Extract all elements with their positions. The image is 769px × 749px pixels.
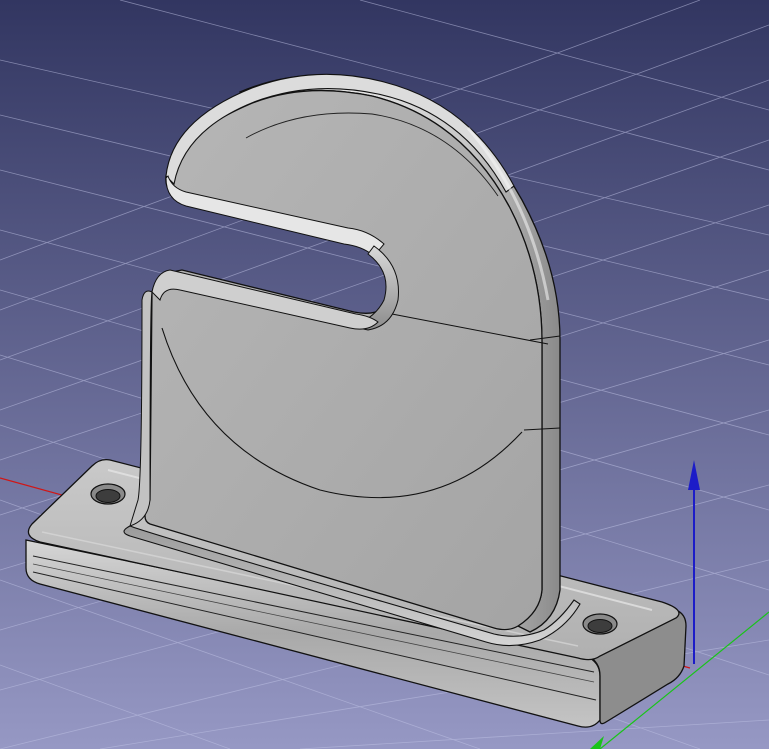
viewport-canvas[interactable] (0, 0, 769, 749)
mounting-hole-right[interactable] (582, 613, 618, 635)
mounting-hole-left[interactable] (90, 483, 126, 505)
3d-viewport[interactable] (0, 0, 769, 749)
